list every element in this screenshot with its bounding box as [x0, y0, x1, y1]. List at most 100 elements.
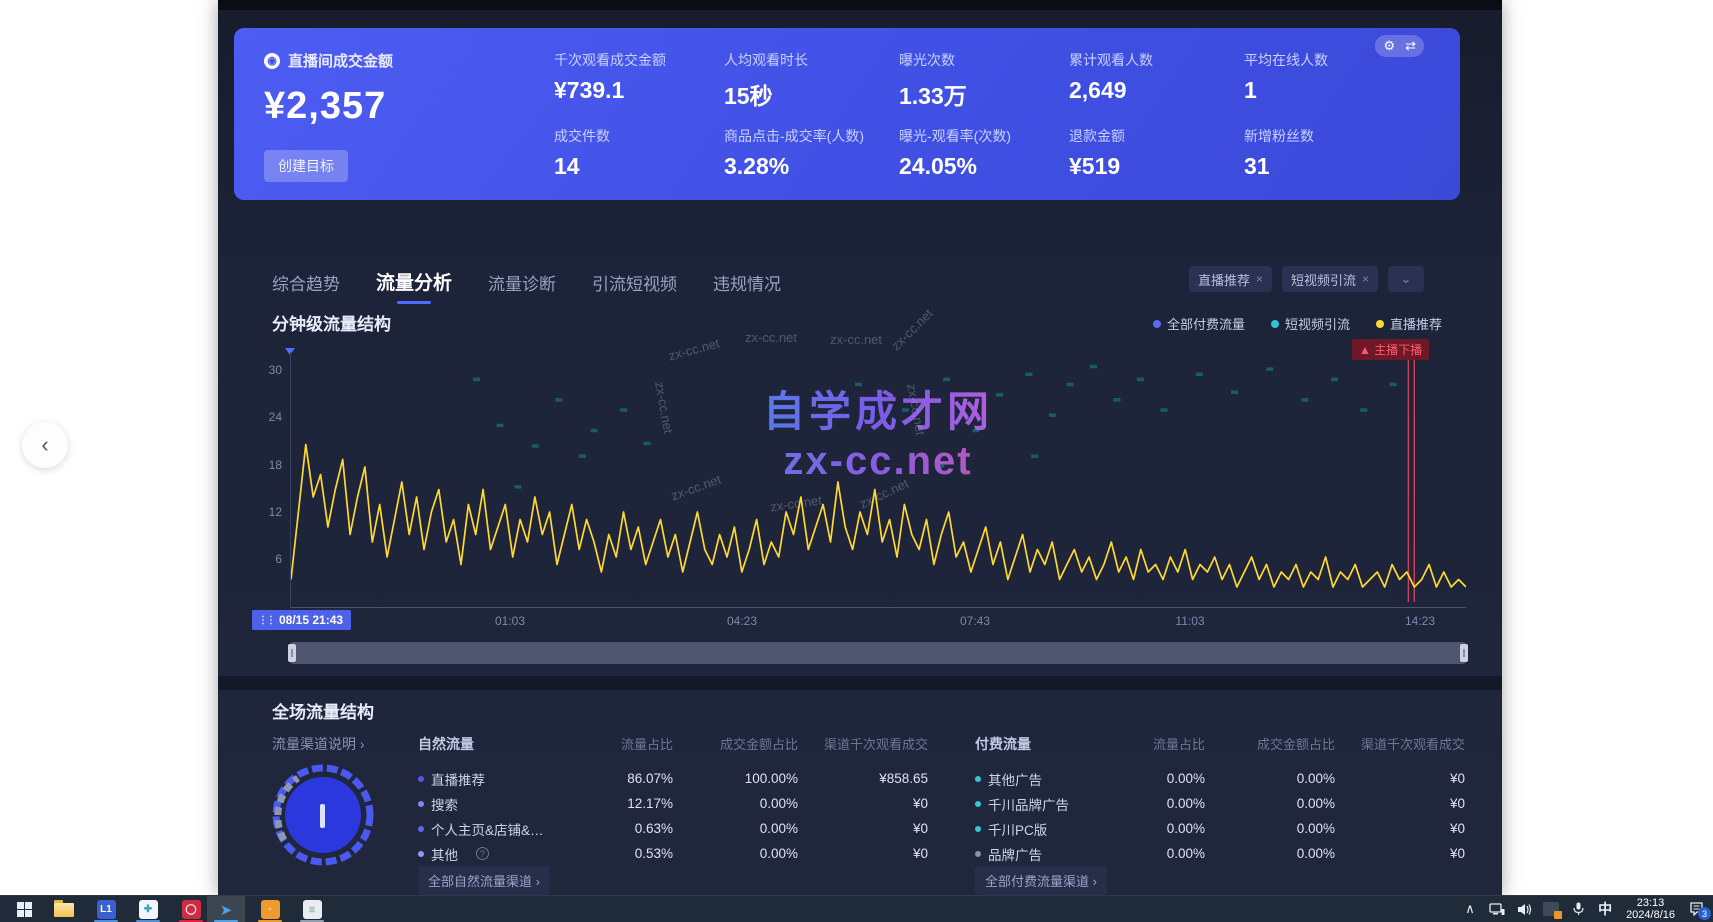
time-range-slider[interactable] [290, 642, 1466, 664]
slider-handle-left[interactable] [288, 644, 296, 662]
watermark: zx-cc.net [830, 332, 882, 347]
window-titlebar [218, 0, 1502, 10]
series-dot [418, 776, 424, 782]
create-goal-button[interactable]: 创建目标 [264, 150, 348, 182]
app-l1-icon[interactable]: L1 [90, 899, 122, 920]
y-tick: 30 [258, 363, 282, 377]
table-row: 其他 ? 0.53% 0.00% ¥0 [418, 841, 928, 866]
table-row: 其他广告 0.00% 0.00% ¥0 [975, 766, 1465, 791]
metric-card: 千次观看成交金额 ¥739.1 [554, 50, 724, 104]
y-tick: 18 [258, 458, 282, 472]
y-tick: 6 [258, 552, 282, 566]
col-header: 成交金额占比 [1205, 734, 1335, 753]
col-header: 渠道千次观看成交 [1335, 734, 1465, 753]
legend-dot [1271, 320, 1279, 328]
chart-legend: 全部付费流量 短视频引流 直播推荐 [1153, 314, 1442, 333]
metric-label: 曝光次数 [899, 50, 1069, 70]
metric-value: 2,649 [1069, 77, 1239, 104]
all-paid-channels-link[interactable]: 全部付费流量渠道 › [975, 866, 1107, 895]
close-icon[interactable]: × [1362, 272, 1369, 286]
app-notepad-icon[interactable]: ≣ [296, 899, 328, 920]
traffic-donut-chart[interactable] [268, 760, 378, 875]
legend-label: 直播推荐 [1390, 314, 1442, 333]
windows-taskbar: L1 ✚ ◯ ➤ ◦ ≣ ∧ 中 23:13 2024/ [0, 895, 1713, 922]
metric-value: 3.28% [724, 153, 894, 180]
legend-short-video[interactable]: 短视频引流 [1271, 314, 1350, 333]
metric-value: 31 [1244, 153, 1414, 180]
group-label: 自然流量 [418, 734, 578, 754]
file-explorer-icon[interactable] [48, 899, 80, 920]
chip-live-recommend[interactable]: 直播推荐 × [1189, 266, 1272, 292]
metric-card: 人均观看时长 15秒 [724, 50, 894, 111]
start-button[interactable] [8, 899, 40, 920]
ime-indicator[interactable]: 中 [1596, 899, 1614, 919]
paid-traffic-table: 付费流量 流量占比 成交金额占比 渠道千次观看成交 其他广告 0.00% 0.0… [975, 731, 1465, 866]
time-range-start-badge[interactable]: ⋮⋮ 08/15 21:43 [252, 610, 351, 630]
chip-label: 直播推荐 [1198, 270, 1250, 289]
all-natural-channels-link[interactable]: 全部自然流量渠道 › [418, 866, 550, 895]
legend-live-recommend[interactable]: 直播推荐 [1376, 314, 1442, 333]
slider-handle-right[interactable] [1460, 644, 1468, 662]
tab-overall-trend[interactable]: 综合趋势 [272, 270, 340, 304]
x-tick: 04:23 [727, 614, 757, 628]
y-tick: 12 [258, 505, 282, 519]
primary-metric-label: 直播间成交金额 [288, 50, 393, 71]
series-dot [975, 801, 981, 807]
chart-title: 分钟级流量结构 [272, 310, 391, 335]
back-button[interactable]: ‹ [22, 422, 68, 468]
metric-value: 1 [1244, 77, 1414, 104]
donut-center-label [320, 804, 325, 828]
series-dot [975, 776, 981, 782]
info-icon[interactable]: ? [476, 847, 489, 860]
drag-grip-icon: ⋮⋮ [258, 615, 274, 626]
app-red-circle-icon[interactable]: ◯ [175, 899, 207, 920]
table-header: 自然流量 流量占比 成交金额占比 渠道千次观看成交 [418, 731, 928, 756]
col-header: 成交金额占比 [673, 734, 798, 753]
chip-short-video[interactable]: 短视频引流 × [1282, 266, 1378, 292]
time: 23:13 [1626, 897, 1675, 909]
notification-badge: 3 [1698, 907, 1711, 920]
notification-center-icon[interactable]: 3 [1687, 902, 1705, 916]
stream-end-marker: ▲ 主播下播 [1352, 339, 1429, 360]
chip-label: 短视频引流 [1291, 270, 1356, 289]
banner-toolbar: ⚙ ⇄ [1375, 35, 1424, 57]
metric-value: 1.33万 [899, 77, 1069, 111]
settings-gear-icon[interactable]: ⚙ [1383, 38, 1395, 54]
metric-label: 新增粉丝数 [1244, 126, 1414, 146]
metric-card: 曝光次数 1.33万 [899, 50, 1069, 111]
speaker-icon[interactable] [1515, 903, 1533, 916]
metric-label: 曝光-观看率(次数) [899, 126, 1069, 146]
col-header: 渠道千次观看成交 [798, 734, 928, 753]
x-axis-line [291, 607, 1466, 608]
legend-paid-traffic[interactable]: 全部付费流量 [1153, 314, 1245, 333]
metric-label: 成交件数 [554, 126, 724, 146]
microphone-icon[interactable] [1569, 902, 1587, 916]
table-row: 搜索 12.17% 0.00% ¥0 [418, 791, 928, 816]
app-teams-like-icon[interactable]: ✚ [132, 899, 164, 920]
tab-traffic-diagnosis[interactable]: 流量诊断 [488, 270, 556, 304]
tab-short-video[interactable]: 引流短视频 [592, 270, 677, 304]
series-dot [418, 801, 424, 807]
traffic-line-chart[interactable] [291, 352, 1466, 608]
tab-violations[interactable]: 违规情况 [713, 270, 781, 304]
col-header: 流量占比 [1115, 734, 1205, 753]
close-icon[interactable]: × [1256, 272, 1263, 286]
chip-dropdown[interactable]: ⌄ [1388, 266, 1424, 292]
tray-chevron-up-icon[interactable]: ∧ [1461, 901, 1479, 917]
swap-icon[interactable]: ⇄ [1405, 38, 1416, 54]
clock[interactable]: 23:13 2024/8/16 [1623, 897, 1678, 921]
series-dot [418, 851, 424, 857]
chart-canvas [291, 352, 1466, 608]
channel-explain-link[interactable]: 流量渠道说明 › [272, 734, 365, 754]
tray-app-badge-icon[interactable] [1542, 902, 1560, 916]
filter-chips: 直播推荐 × 短视频引流 × ⌄ [1189, 266, 1424, 292]
traffic-structure-title: 全场流量结构 [272, 698, 374, 723]
app-pointer-active-icon[interactable]: ➤ [210, 899, 242, 920]
tab-traffic-analysis[interactable]: 流量分析 [376, 268, 452, 304]
app-orange-icon[interactable]: ◦ [254, 899, 286, 920]
network-icon[interactable] [1488, 903, 1506, 916]
kpi-banner: ◉ 直播间成交金额 ¥2,357 创建目标 千次观看成交金额 ¥739.1 人均… [234, 28, 1460, 200]
metric-value: 15秒 [724, 77, 894, 111]
primary-metric-value: ¥2,357 [264, 85, 393, 128]
chevron-down-icon: ⌄ [1401, 271, 1412, 287]
